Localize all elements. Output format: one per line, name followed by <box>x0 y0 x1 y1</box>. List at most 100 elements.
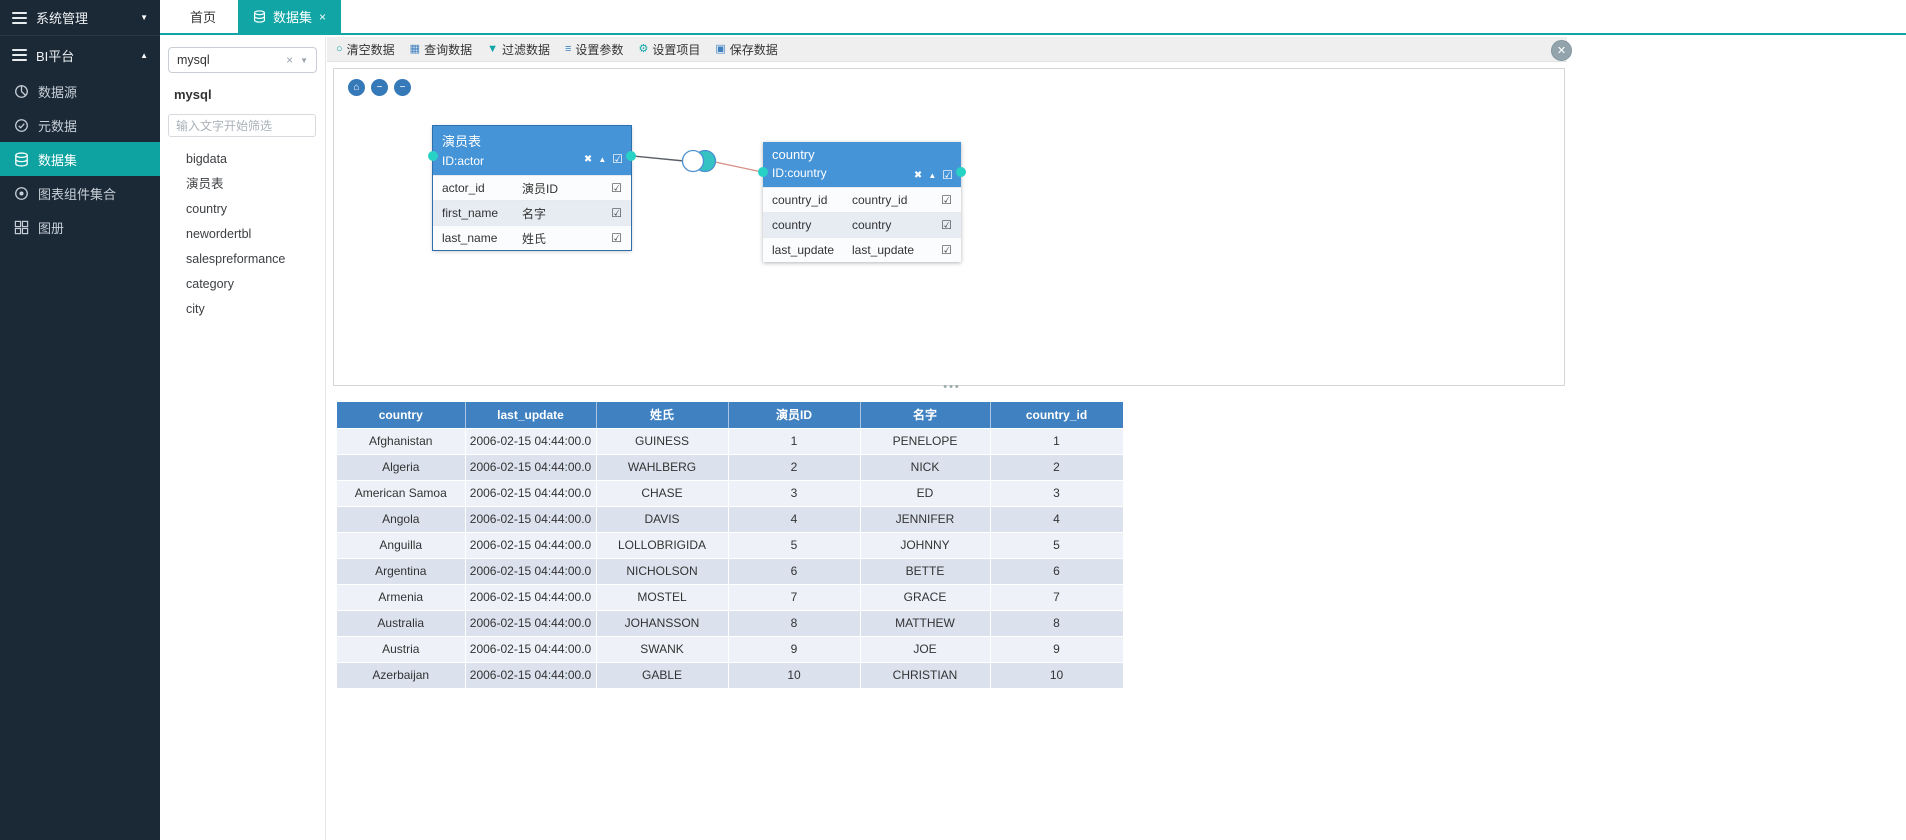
field-name: first_name <box>442 206 522 220</box>
clear-selection-icon[interactable]: × <box>286 53 293 67</box>
toolbar-button-1[interactable]: ▦查询数据 <box>410 41 472 58</box>
canvas-zoom-button[interactable]: − <box>371 79 388 96</box>
table-row[interactable]: Algeria2006-02-15 04:44:00.0WAHLBERG2NIC… <box>337 454 1123 480</box>
bi-platform-menu[interactable]: BI平台 ▲ <box>0 36 160 74</box>
entity-field-row[interactable]: country_idcountry_id☑ <box>763 187 961 212</box>
sidebar-item-metadata[interactable]: 元数据 <box>0 108 160 142</box>
table-row[interactable]: Afghanistan2006-02-15 04:44:00.0GUINESS1… <box>337 428 1123 454</box>
entity-field-row[interactable]: first_name名字☑ <box>433 200 631 225</box>
query-designer-canvas[interactable]: ⌂ − − 演员表 ID:actor ✖ ▲ ☑ actor_id演员ID☑fi… <box>333 68 1565 386</box>
field-checkbox[interactable]: ☑ <box>611 206 622 220</box>
list-item[interactable]: bigdata <box>160 147 325 172</box>
close-view-button[interactable]: ✕ <box>1551 40 1572 61</box>
table-cell: 10 <box>990 662 1123 688</box>
table-header-cell[interactable]: country <box>337 402 465 428</box>
table-cell: SWANK <box>596 636 728 662</box>
table-body: Afghanistan2006-02-15 04:44:00.0GUINESS1… <box>337 428 1123 688</box>
table-header-cell[interactable]: country_id <box>990 402 1123 428</box>
entity-card-actor[interactable]: 演员表 ID:actor ✖ ▲ ☑ actor_id演员ID☑first_na… <box>433 126 631 250</box>
table-cell: Angola <box>337 506 465 532</box>
table-cell: 2 <box>990 454 1123 480</box>
toolbar-button-label: 过滤数据 <box>502 41 550 58</box>
tab-close-icon[interactable]: × <box>319 11 326 23</box>
list-item[interactable]: category <box>160 272 325 297</box>
table-cell: 8 <box>728 610 860 636</box>
entity-select-all-checkbox[interactable]: ☑ <box>612 152 623 166</box>
connector-dot-left[interactable] <box>428 151 438 161</box>
table-header-row: countrylast_update姓氏演员ID名字country_id <box>337 402 1123 428</box>
pane-resize-handle[interactable]: ••• <box>935 381 969 393</box>
table-header-cell[interactable]: 演员ID <box>728 402 860 428</box>
table-header-cell[interactable]: 名字 <box>860 402 990 428</box>
table-row[interactable]: Anguilla2006-02-15 04:44:00.0LOLLOBRIGID… <box>337 532 1123 558</box>
table-cell: MATTHEW <box>860 610 990 636</box>
list-item[interactable]: city <box>160 297 325 322</box>
entity-collapse-icon[interactable]: ▲ <box>598 155 606 164</box>
list-item[interactable]: newordertbl <box>160 222 325 247</box>
entity-close-icon[interactable]: ✖ <box>584 154 592 165</box>
field-checkbox[interactable]: ☑ <box>611 231 622 245</box>
table-cell: JENNIFER <box>860 506 990 532</box>
entity-card-country[interactable]: country ID:country ✖ ▲ ☑ country_idcount… <box>763 142 961 262</box>
system-admin-label: 系统管理 <box>36 8 88 27</box>
entity-close-icon[interactable]: ✖ <box>914 170 922 181</box>
sidebar-item-label: 元数据 <box>38 116 77 135</box>
table-cell: 6 <box>728 558 860 584</box>
sidebar-item-chart-collection[interactable]: 图表组件集合 <box>0 176 160 210</box>
toolbar-button-0[interactable]: ○清空数据 <box>336 41 395 58</box>
list-item[interactable]: country <box>160 197 325 222</box>
connector-dot-left[interactable] <box>758 167 768 177</box>
entity-field-row[interactable]: countrycountry☑ <box>763 212 961 237</box>
entity-field-row[interactable]: actor_id演员ID☑ <box>433 175 631 200</box>
canvas-home-button[interactable]: ⌂ <box>348 79 365 96</box>
entity-header[interactable]: country ID:country ✖ ▲ ☑ <box>763 142 961 187</box>
entity-header[interactable]: 演员表 ID:actor ✖ ▲ ☑ <box>433 126 631 175</box>
table-row[interactable]: Azerbaijan2006-02-15 04:44:00.0GABLE10CH… <box>337 662 1123 688</box>
connector-dot-right[interactable] <box>956 167 966 177</box>
table-cell: 2006-02-15 04:44:00.0 <box>465 610 596 636</box>
table-cell: 2006-02-15 04:44:00.0 <box>465 532 596 558</box>
table-row[interactable]: Argentina2006-02-15 04:44:00.0NICHOLSON6… <box>337 558 1123 584</box>
field-alias: last_update <box>852 243 941 257</box>
entity-select-all-checkbox[interactable]: ☑ <box>942 168 953 182</box>
toolbar-button-2[interactable]: ▼过滤数据 <box>487 41 550 58</box>
sidebar-item-dataset[interactable]: 数据集 <box>0 142 160 176</box>
system-admin-menu[interactable]: 系统管理 ▼ <box>0 0 160 36</box>
bi-platform-label: BI平台 <box>36 46 74 65</box>
entity-field-row[interactable]: last_name姓氏☑ <box>433 225 631 250</box>
table-row[interactable]: Angola2006-02-15 04:44:00.0DAVIS4JENNIFE… <box>337 506 1123 532</box>
table-cell: BETTE <box>860 558 990 584</box>
list-item[interactable]: 演员表 <box>160 172 325 197</box>
entity-collapse-icon[interactable]: ▲ <box>928 171 936 180</box>
field-name: country <box>772 218 852 232</box>
canvas-zoom-out-button[interactable]: − <box>394 79 411 96</box>
field-checkbox[interactable]: ☑ <box>941 243 952 257</box>
field-checkbox[interactable]: ☑ <box>941 218 952 232</box>
sidebar-item-atlas[interactable]: 图册 <box>0 210 160 244</box>
set-project-icon: ⚙ <box>638 44 648 55</box>
filter-input[interactable] <box>168 114 316 137</box>
toolbar-button-4[interactable]: ⚙设置项目 <box>638 41 700 58</box>
field-checkbox[interactable]: ☑ <box>611 181 622 195</box>
table-row[interactable]: Austria2006-02-15 04:44:00.0SWANK9JOE9 <box>337 636 1123 662</box>
table-cell: 5 <box>728 532 860 558</box>
field-checkbox[interactable]: ☑ <box>941 193 952 207</box>
toolbar-button-5[interactable]: ▣保存数据 <box>715 41 777 58</box>
sidebar-item-datasource[interactable]: 数据源 <box>0 74 160 108</box>
table-row[interactable]: Australia2006-02-15 04:44:00.0JOHANSSON8… <box>337 610 1123 636</box>
table-row[interactable]: American Samoa2006-02-15 04:44:00.0CHASE… <box>337 480 1123 506</box>
dataset-panel: mysql × ▼ mysql bigdata演员表countryneworde… <box>160 37 326 840</box>
field-name: country_id <box>772 193 852 207</box>
main-toolbar: ○清空数据 ▦查询数据 ▼过滤数据 ≡设置参数 ⚙设置项目 ▣保存数据 <box>327 37 1567 62</box>
tab-dataset[interactable]: 数据集 × <box>238 0 341 33</box>
connector-dot-right[interactable] <box>626 151 636 161</box>
field-alias: 名字 <box>522 205 611 222</box>
toolbar-button-3[interactable]: ≡设置参数 <box>565 41 623 58</box>
list-item[interactable]: salespreformance <box>160 247 325 272</box>
table-row[interactable]: Armenia2006-02-15 04:44:00.0MOSTEL7GRACE… <box>337 584 1123 610</box>
datasource-select[interactable]: mysql × ▼ <box>168 47 317 73</box>
tab-home[interactable]: 首页 <box>168 0 238 33</box>
table-header-cell[interactable]: last_update <box>465 402 596 428</box>
table-header-cell[interactable]: 姓氏 <box>596 402 728 428</box>
entity-field-row[interactable]: last_updatelast_update☑ <box>763 237 961 262</box>
